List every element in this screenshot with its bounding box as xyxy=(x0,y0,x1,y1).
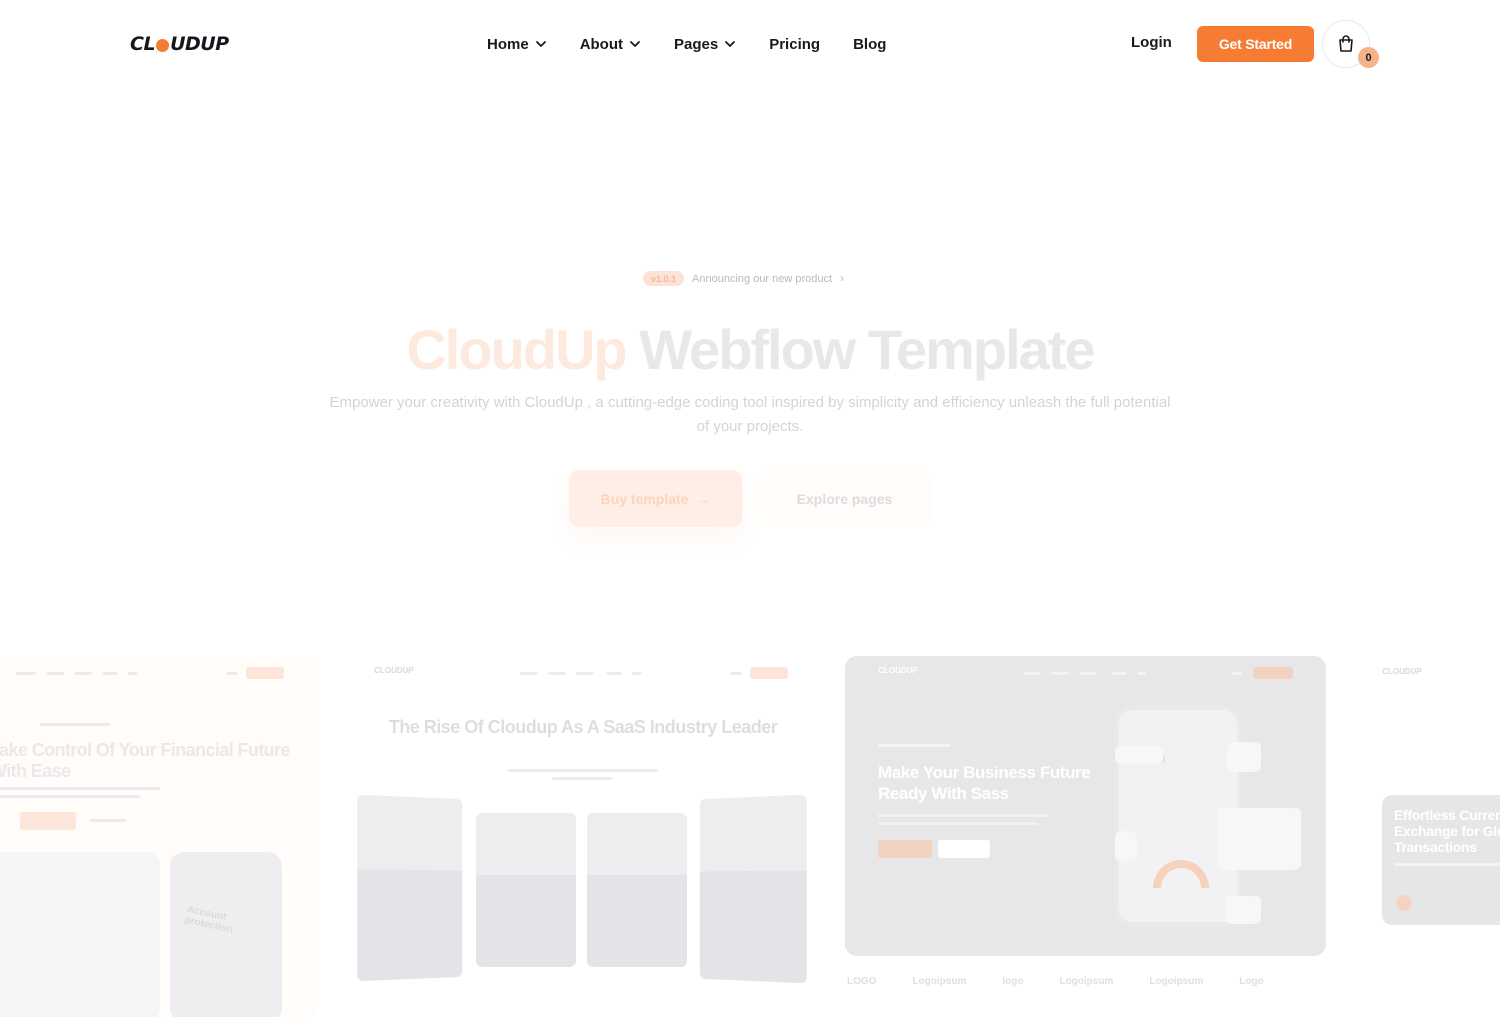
client-logo: Logo xyxy=(1239,976,1264,987)
mini-logo: CLOUDUP xyxy=(374,666,414,675)
card4-title: Effortless Currency Exchange for Global … xyxy=(1394,807,1500,855)
mini-navbar xyxy=(0,667,318,687)
team-photo xyxy=(699,794,807,984)
client-logo: Logoipsum xyxy=(1149,976,1204,987)
cart-count-badge: 0 xyxy=(1358,47,1379,68)
menu-item-label: Blog xyxy=(853,35,887,53)
menu-item-label: About xyxy=(579,35,624,53)
chevron-down-icon xyxy=(535,41,546,47)
mini-logo: CLOUDUP xyxy=(878,666,918,675)
menu-item-pricing[interactable]: Pricing xyxy=(769,34,820,54)
template-preview-card-4[interactable]: CLOUDUP Effortless Currency Exchange for… xyxy=(1368,657,1500,1017)
mini-navbar: CLOUDUP xyxy=(845,666,1326,686)
menu-item-label: Home xyxy=(487,35,529,53)
template-preview-card-3[interactable]: CLOUDUP Make Your Business Future Ready … xyxy=(845,656,1326,956)
version-pill: v1.0.1 xyxy=(643,271,685,286)
team-photo xyxy=(476,813,576,967)
chevron-right-icon: › xyxy=(840,272,844,285)
buy-template-label: Buy template xyxy=(600,490,689,507)
explore-pages-button[interactable]: Explore pages xyxy=(758,470,931,527)
chevron-down-icon xyxy=(725,41,736,47)
shopping-bag-icon xyxy=(1339,35,1353,52)
team-photo xyxy=(357,794,463,982)
arrow-right-icon: → xyxy=(696,490,711,507)
client-logo: logo xyxy=(1002,976,1024,987)
announcement-banner[interactable]: v1.0.1 Announcing our new product › xyxy=(643,271,844,286)
mini-logo: CLOUDUP xyxy=(1382,667,1422,676)
chevron-down-icon xyxy=(630,41,640,47)
hero-title-rest: Webflow Template xyxy=(625,318,1095,381)
menu-item-about[interactable]: About xyxy=(580,34,641,54)
cloudup-logo[interactable]: CL UDUP xyxy=(130,33,229,55)
main-menu: Home About Pages Pricing Blog xyxy=(487,34,886,54)
hero-subtitle: Empower your creativity with CloudUp , a… xyxy=(329,394,1171,435)
announcement-text: Announcing our new product xyxy=(692,272,833,285)
logo-text-rest: UDUP xyxy=(170,33,229,55)
card4-panel: Effortless Currency Exchange for Global … xyxy=(1382,795,1500,925)
client-logo: Logoipsum xyxy=(1059,976,1114,987)
client-logos-row: LOGO Logoipsum logo Logoipsum Logoipsum … xyxy=(847,976,1264,987)
menu-item-home[interactable]: Home xyxy=(487,34,547,54)
menu-item-blog[interactable]: Blog xyxy=(853,34,886,54)
hero-title-brand: CloudUp xyxy=(406,318,627,381)
template-preview-card-1[interactable]: Take Control Of Your Financial Future Wi… xyxy=(0,657,318,1017)
navbar: CL UDUP Home About Pages Pricing Blog Log… xyxy=(0,0,1500,88)
mini-navbar: CLOUDUP xyxy=(340,666,826,687)
login-link[interactable]: Login xyxy=(1131,34,1172,51)
menu-item-label: Pages xyxy=(674,35,719,53)
client-logo: Logoipsum xyxy=(912,976,967,987)
client-logo: LOGO xyxy=(847,976,877,987)
card3-title: Make Your Business Future Ready With Sas… xyxy=(878,763,1091,803)
team-photo xyxy=(587,813,687,967)
mini-navbar: CLOUDUP xyxy=(1368,667,1500,687)
menu-item-label: Pricing xyxy=(769,35,821,53)
get-started-button[interactable]: Get Started xyxy=(1197,26,1314,62)
hero-title: CloudUp Webflow Template xyxy=(0,318,1500,382)
buy-template-button[interactable]: Buy template → xyxy=(569,470,742,527)
template-preview-card-2[interactable]: CLOUDUP The Rise Of Cloudup As A SaaS In… xyxy=(340,657,826,1017)
card1-title: Take Control Of Your Financial Future Wi… xyxy=(0,740,290,781)
card2-title: The Rise Of Cloudup As A SaaS Industry L… xyxy=(388,717,778,737)
menu-item-pages[interactable]: Pages xyxy=(674,34,736,54)
logo-dot-icon xyxy=(156,38,170,52)
logo-text: CL xyxy=(130,33,156,55)
